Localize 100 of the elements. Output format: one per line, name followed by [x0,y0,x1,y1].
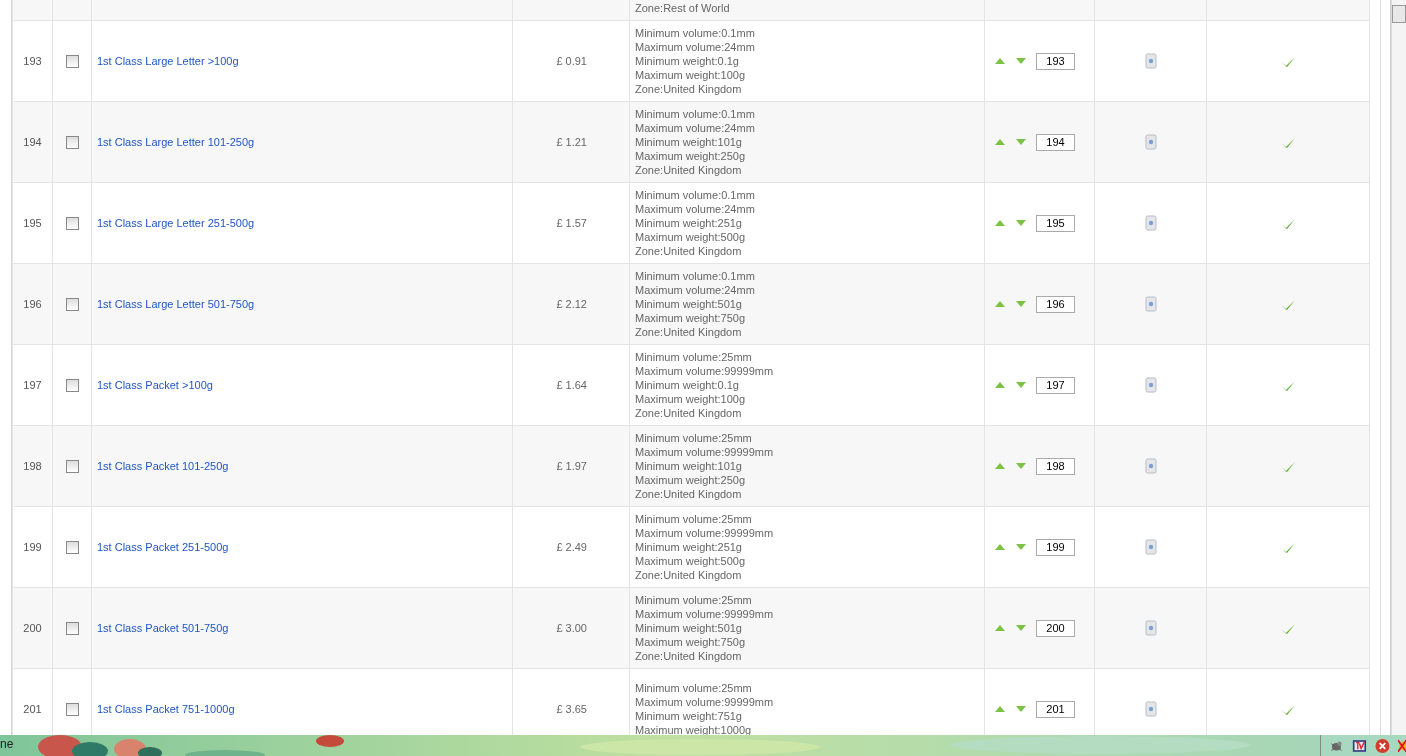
detail-text: Minimum weight:101g [635,459,743,473]
checkbox[interactable] [65,297,79,311]
detail-text: Maximum weight:100g [635,68,747,82]
down-arrow-icon[interactable] [1016,301,1026,307]
shipping-method-link[interactable]: 1st Class Large Letter 251-500g [97,217,255,229]
shipping-method-link[interactable]: 1st Class Packet 251-500g [97,541,229,553]
checkbox[interactable] [65,540,79,554]
detail-text: Zone:United Kingdom [635,82,743,96]
checkbox[interactable] [65,702,79,716]
price-text: £ 3.00 [556,622,587,634]
down-arrow-icon[interactable] [1016,139,1026,145]
order-field[interactable]: 197 [1036,376,1075,394]
down-arrow-icon[interactable] [1016,625,1026,631]
detail-text: Maximum weight:500g [635,230,747,244]
order-field[interactable]: 196 [1036,295,1075,313]
down-arrow-icon[interactable] [1016,463,1026,469]
order-field[interactable]: 193 [1036,52,1075,70]
close-icon[interactable] [1374,737,1390,754]
shipping-method-link[interactable]: 1st Class Large Letter 501-750g [97,298,255,310]
detail-text: Maximum weight:250g [635,149,747,163]
checkbox[interactable] [65,135,79,149]
detail-text: Minimum volume:25mm [635,681,753,695]
detail-text: Maximum weight:500g [635,554,747,568]
detail-text: Minimum weight:101g [635,135,743,149]
row-number: 200 [23,622,42,634]
checkbox[interactable] [65,54,79,68]
price-text: £ 3.65 [556,703,587,715]
detail-text: Minimum weight:0.1g [635,378,740,392]
detail-text: Maximum volume:24mm [635,283,756,297]
row-number: 199 [23,541,42,553]
shipping-method-link[interactable]: 1st Class Packet >100g [97,379,213,391]
detail-text: Maximum weight:750g [635,311,747,325]
detail-text: Zone:United Kingdom [635,406,743,420]
up-arrow-icon[interactable] [995,139,1005,145]
detail-text: Zone:United Kingdom [635,163,743,177]
tv-icon[interactable] [1351,737,1367,754]
detail-text: Minimum weight:751g [635,709,743,723]
detail-text: Minimum weight:251g [635,216,743,230]
detail-text: Minimum volume:0.1mm [635,107,756,121]
up-arrow-icon[interactable] [995,706,1005,712]
down-arrow-icon[interactable] [1016,58,1026,64]
detail-text: Minimum volume:25mm [635,593,753,607]
trash-icon[interactable] [1144,134,1157,150]
trash-icon[interactable] [1144,377,1157,393]
detail-text: Minimum volume:25mm [635,431,753,445]
trash-icon[interactable] [1144,215,1157,231]
detail-text: Minimum volume:0.1mm [635,26,756,40]
row-number: 195 [23,217,42,229]
checkbox[interactable] [65,459,79,473]
blocked-icon[interactable] [1397,737,1406,754]
trash-icon[interactable] [1144,701,1157,717]
order-field[interactable]: 195 [1036,214,1075,232]
shipping-method-link[interactable]: 1st Class Large Letter 101-250g [97,136,255,148]
down-arrow-icon[interactable] [1016,382,1026,388]
down-arrow-icon[interactable] [1016,220,1026,226]
down-arrow-icon[interactable] [1016,544,1026,550]
up-arrow-icon[interactable] [995,382,1005,388]
row-number: 197 [23,379,42,391]
detail-text: Maximum volume:24mm [635,121,756,135]
trash-icon[interactable] [1144,620,1157,636]
row-number: 194 [23,136,42,148]
detail-text: Zone:United Kingdom [635,487,743,501]
up-arrow-icon[interactable] [995,301,1005,307]
order-field[interactable]: 194 [1036,133,1075,151]
detail-text: Maximum volume:99999mm [635,607,775,621]
row-number: 196 [23,298,42,310]
price-text: £ 0.91 [556,55,587,67]
order-field[interactable]: 200 [1036,619,1075,637]
row-number: 193 [23,55,42,67]
order-field[interactable]: 201 [1036,700,1075,718]
up-arrow-icon[interactable] [995,463,1005,469]
order-field[interactable]: 198 [1036,457,1075,475]
detail-text: Minimum weight:501g [635,297,743,311]
checkbox[interactable] [65,378,79,392]
detail-text: Maximum volume:99999mm [635,445,775,459]
shipping-method-link[interactable]: 1st Class Packet 501-750g [97,622,229,634]
scrollbar[interactable] [1391,0,1406,735]
row-number: 201 [23,703,42,715]
detail-text: Minimum volume:0.1mm [635,269,756,283]
shipping-method-link[interactable]: 1st Class Packet 751-1000g [97,703,235,715]
down-arrow-icon[interactable] [1016,706,1026,712]
trash-icon[interactable] [1144,296,1157,312]
detail-text: Minimum volume:25mm [635,350,753,364]
trash-icon[interactable] [1144,539,1157,555]
detail-text: Zone:United Kingdom [635,649,743,663]
checkbox[interactable] [65,621,79,635]
order-field[interactable]: 199 [1036,538,1075,556]
shipping-method-link[interactable]: 1st Class Packet 101-250g [97,460,229,472]
scrollbar-thumb[interactable] [1392,5,1406,23]
status-text: ne [0,736,14,751]
checkbox[interactable] [65,216,79,230]
up-arrow-icon[interactable] [995,58,1005,64]
trash-icon[interactable] [1144,458,1157,474]
up-arrow-icon[interactable] [995,220,1005,226]
detail-text: Maximum weight:100g [635,392,747,406]
price-text: £ 1.21 [556,136,587,148]
shipping-method-link[interactable]: 1st Class Large Letter >100g [97,55,239,67]
trash-icon[interactable] [1144,53,1157,69]
up-arrow-icon[interactable] [995,625,1005,631]
up-arrow-icon[interactable] [995,544,1005,550]
